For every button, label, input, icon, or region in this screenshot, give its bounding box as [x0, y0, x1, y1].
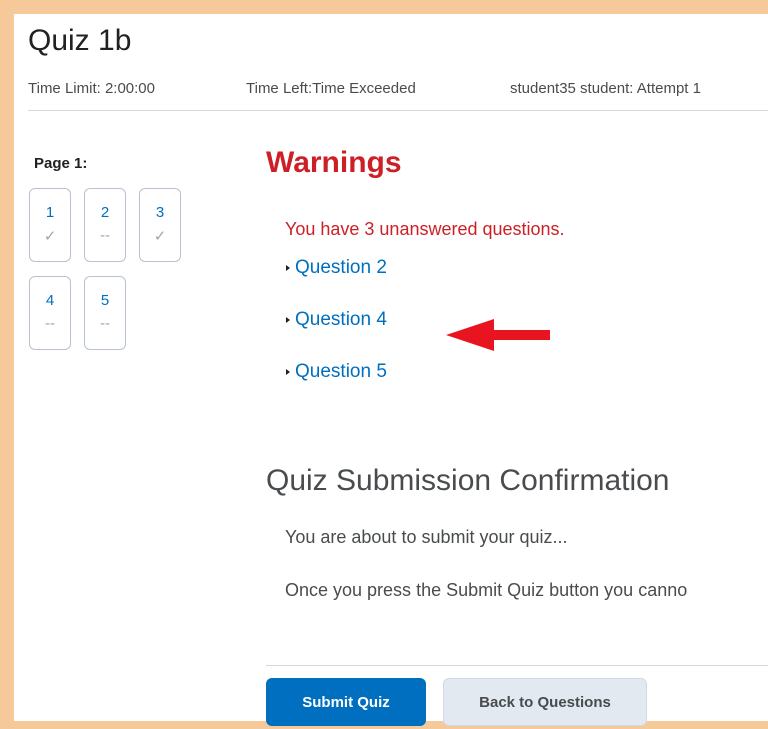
warning-link-question-5[interactable]: Question 5: [286, 361, 387, 383]
confirmation-heading: Quiz Submission Confirmation: [266, 464, 670, 497]
answered-check-icon: ✓: [43, 228, 57, 245]
bullet-triangle-icon: [286, 316, 290, 323]
bullet-triangle-icon: [286, 368, 290, 375]
time-limit: Time Limit: 2:00:00: [28, 80, 155, 97]
question-number: 3: [155, 204, 165, 221]
question-number: 1: [45, 204, 55, 221]
question-nav-2[interactable]: 2 --: [84, 188, 126, 262]
unanswered-warning: You have 3 unanswered questions.: [285, 219, 565, 239]
header-divider: [28, 110, 768, 111]
question-nav-4[interactable]: 4 --: [29, 276, 71, 350]
footer-divider: [266, 665, 768, 666]
answered-check-icon: ✓: [153, 228, 167, 245]
confirmation-text: You are about to submit your quiz...: [285, 527, 568, 547]
question-nav-3[interactable]: 3 ✓: [139, 188, 181, 262]
bullet-triangle-icon: [286, 264, 290, 271]
page-label: Page 1:: [34, 155, 88, 172]
unanswered-status: --: [100, 315, 110, 332]
confirmation-warning-text: Once you press the Submit Quiz button yo…: [285, 580, 688, 600]
warning-link-question-4[interactable]: Question 4: [286, 309, 387, 331]
red-arrow-left-icon: [446, 319, 550, 351]
question-number: 2: [100, 204, 110, 221]
link-label: Question 4: [295, 309, 387, 330]
question-nav-1[interactable]: 1 ✓: [29, 188, 71, 262]
warnings-heading: Warnings: [266, 146, 402, 179]
question-number: 5: [100, 292, 110, 309]
warning-link-question-2[interactable]: Question 2: [286, 257, 387, 279]
unanswered-status: --: [100, 227, 110, 244]
quiz-title: Quiz 1b: [28, 24, 132, 57]
question-nav-5[interactable]: 5 --: [84, 276, 126, 350]
link-label: Question 5: [295, 361, 387, 382]
question-number: 4: [45, 292, 55, 309]
submit-quiz-button[interactable]: Submit Quiz: [266, 678, 426, 726]
time-left: Time Left:Time Exceeded: [246, 80, 416, 97]
back-to-questions-button[interactable]: Back to Questions: [443, 678, 647, 726]
link-label: Question 2: [295, 257, 387, 278]
quiz-page: Quiz 1b Time Limit: 2:00:00 Time Left:Ti…: [14, 14, 768, 726]
unanswered-status: --: [45, 315, 55, 332]
attempt-info: student35 student: Attempt 1: [510, 80, 701, 97]
